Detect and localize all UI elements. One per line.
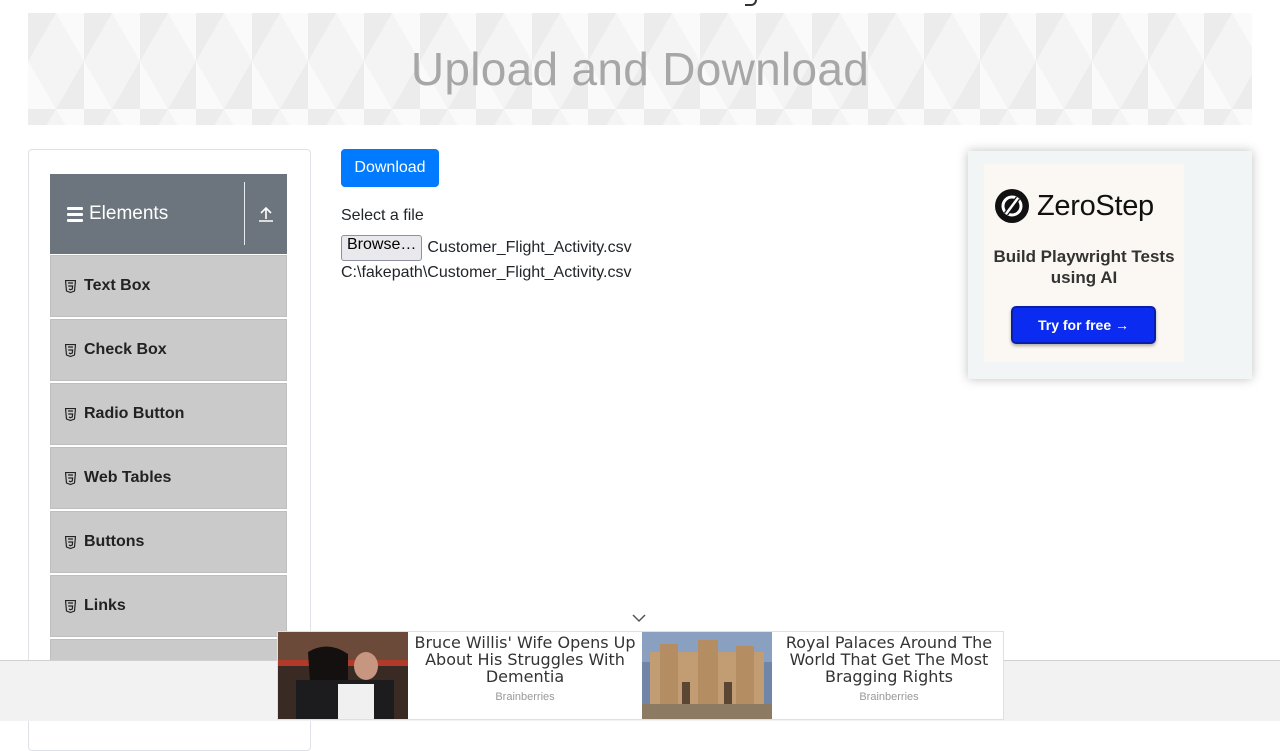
hamburger-icon (67, 206, 83, 222)
sidebar-item-label: Text Box (84, 277, 151, 294)
sidebar-item-check-box[interactable]: Check Box (50, 319, 287, 381)
ad-headline: Royal Palaces Around The World That Get … (785, 633, 993, 686)
html5-icon (65, 599, 76, 613)
ad-card: ZeroStep Build Playwright Tests using AI… (984, 164, 1184, 362)
zerostep-logo-icon (995, 189, 1029, 223)
ad-story[interactable]: Bruce Willis' Wife Opens Up About His St… (278, 632, 642, 721)
html5-icon (65, 535, 76, 549)
uploaded-file-path: C:\fakepath\Customer_Flight_Activity.csv (341, 264, 632, 281)
select-file-label: Select a file (341, 207, 424, 224)
sidebar-item-label: Web Tables (84, 469, 172, 486)
html5-icon (65, 407, 76, 421)
ad-thumbnail-image (278, 632, 408, 719)
collapse-arrow-icon[interactable] (245, 174, 287, 254)
file-input[interactable]: Browse… Customer_Flight_Activity.csv (341, 235, 632, 261)
ad-brand: ZeroStep (1037, 189, 1154, 222)
sidebar-item-label: Radio Button (84, 405, 185, 422)
group-header-elements[interactable]: Elements (50, 174, 287, 254)
sidebar-item-label: Links (84, 597, 126, 614)
html5-icon (65, 471, 76, 485)
sidebar-item-links[interactable]: Links (50, 575, 287, 637)
sidebar-item-text-box[interactable]: Text Box (50, 255, 287, 317)
sidebar-item-radio-button[interactable]: Radio Button (50, 383, 287, 445)
zerostep-logo: ZeroStep (995, 189, 1154, 223)
top-partial-icon (745, 0, 757, 6)
sidebar-item-label: Buttons (84, 533, 145, 550)
elements-menu: Text Box Check Box Radio Button Web Tabl… (50, 255, 287, 703)
sidebar-item-label: Check Box (84, 341, 167, 358)
bottom-ad-unit: Bruce Willis' Wife Opens Up About His St… (277, 631, 1004, 720)
group-header-title: Elements (89, 203, 169, 224)
download-button[interactable]: Download (341, 149, 439, 187)
ad-source: Brainberries (859, 691, 919, 703)
sidebar-item-web-tables[interactable]: Web Tables (50, 447, 287, 509)
html5-icon (65, 343, 76, 357)
ad-story[interactable]: Royal Palaces Around The World That Get … (642, 632, 1006, 721)
ad-cta-button[interactable]: Try for free → (1011, 306, 1156, 344)
sidebar-item-buttons[interactable]: Buttons (50, 511, 287, 573)
browse-button[interactable]: Browse… (341, 235, 423, 261)
ad-headline: Bruce Willis' Wife Opens Up About His St… (414, 633, 636, 686)
ad-thumbnail-image (642, 632, 772, 719)
page-title: Upload and Download (410, 43, 870, 95)
selected-file-name: Customer_Flight_Activity.csv (427, 239, 632, 256)
ad-source: Brainberries (495, 691, 555, 703)
ad-tagline: Build Playwright Tests using AI (993, 247, 1175, 287)
page-banner: Upload and Download (28, 13, 1252, 125)
html5-icon (65, 279, 76, 293)
sidebar-ad[interactable]: ZeroStep Build Playwright Tests using AI… (968, 151, 1252, 379)
chevron-down-icon[interactable] (631, 613, 647, 623)
